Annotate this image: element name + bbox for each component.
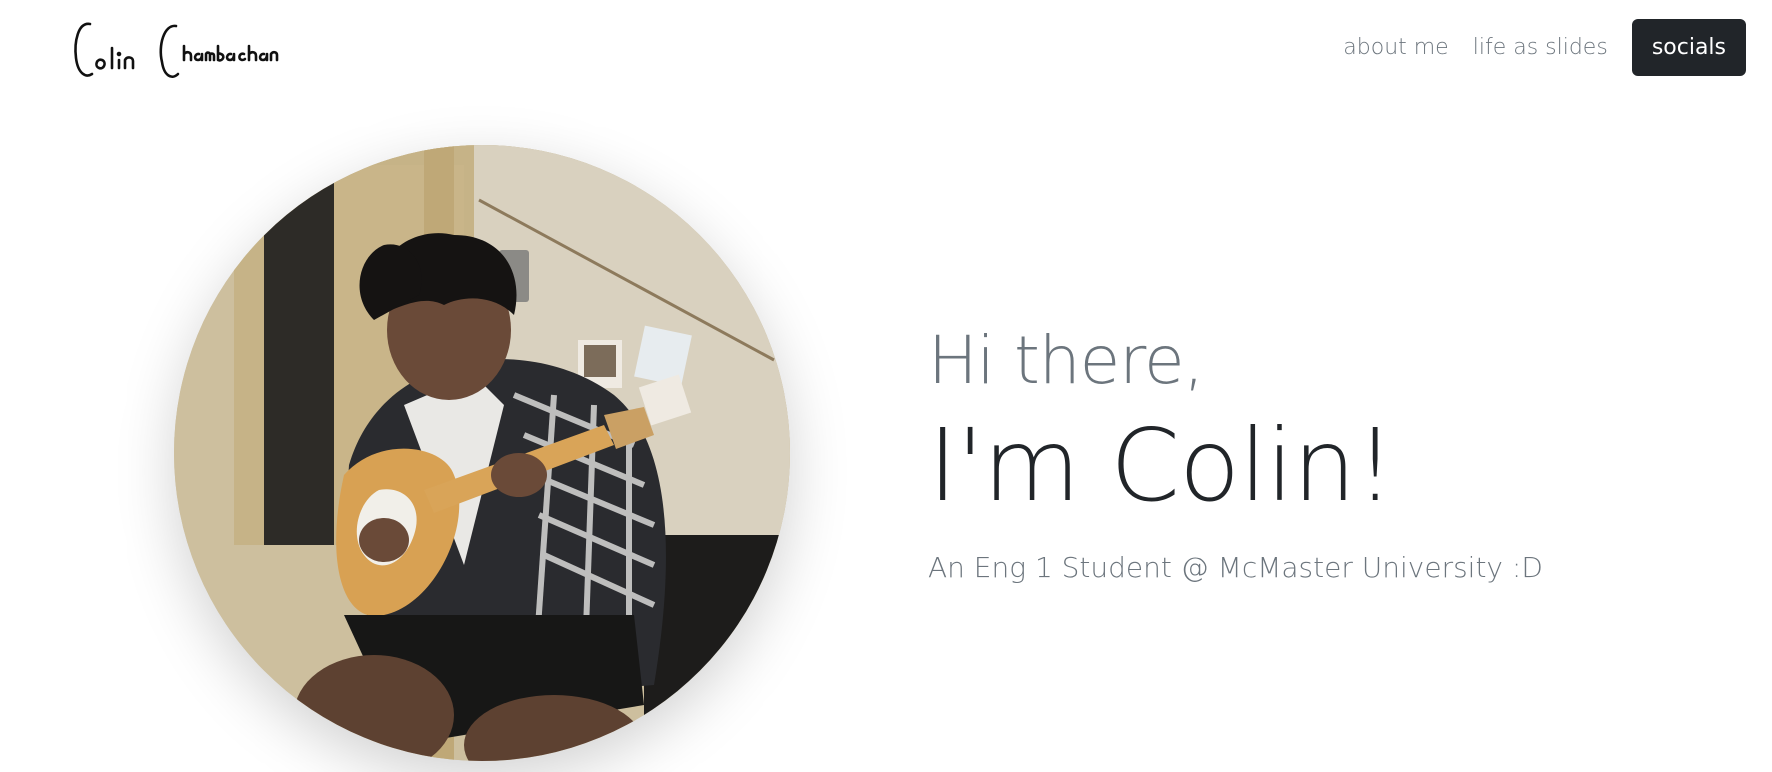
hero-name: I'm Colin! <box>928 407 1395 524</box>
profile-photo <box>174 145 790 761</box>
nav-link-about-me[interactable]: about me <box>1331 20 1460 76</box>
hero-tagline: An Eng 1 Student @ McMaster University :… <box>928 551 1543 584</box>
guitar-player-photo <box>174 145 790 761</box>
nav-links: about me life as slides socials <box>1331 19 1746 76</box>
navbar: about me life as slides socials <box>0 0 1772 100</box>
brand-logo[interactable] <box>72 16 284 86</box>
hero-greeting: Hi there, <box>928 322 1205 399</box>
hero-text: Hi there, I'm Colin! An Eng 1 Student @ … <box>928 316 1728 586</box>
socials-button[interactable]: socials <box>1631 19 1746 76</box>
handwritten-signature-logo <box>74 22 279 78</box>
nav-link-life-as-slides[interactable]: life as slides <box>1461 20 1620 76</box>
